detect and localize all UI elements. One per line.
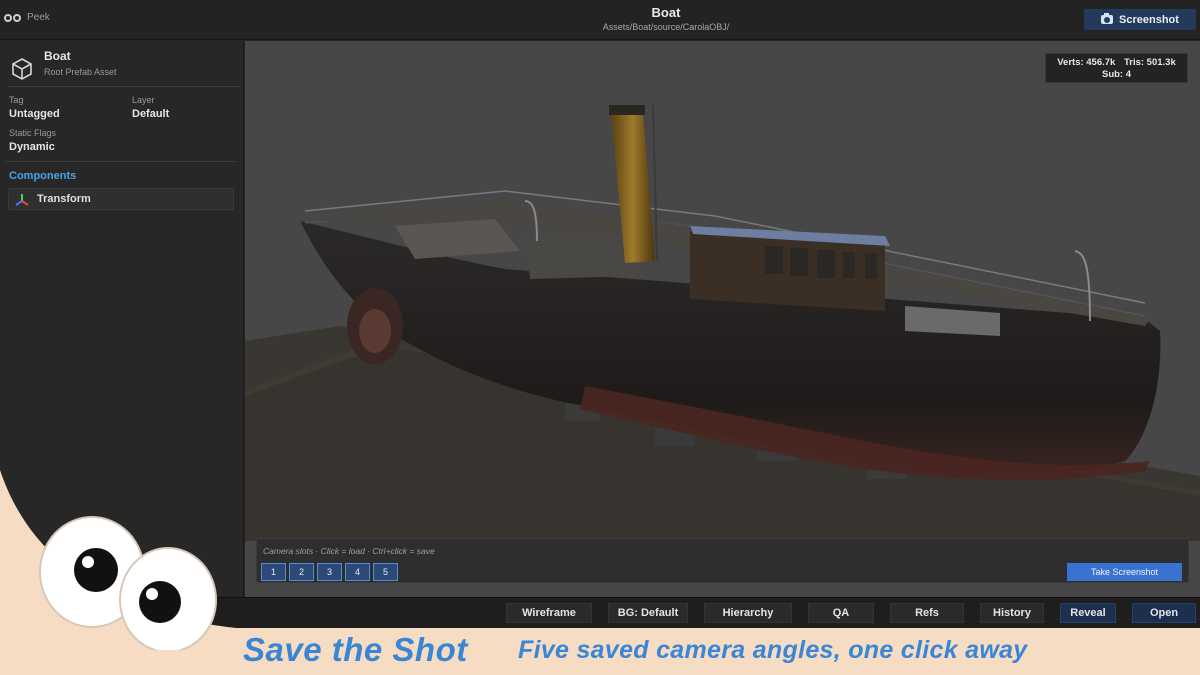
tag-label: Tag xyxy=(9,95,24,105)
layer-label: Layer xyxy=(132,95,155,105)
reveal-button[interactable]: Reveal xyxy=(1060,603,1116,623)
asset-name: Boat xyxy=(44,49,71,63)
tag-value[interactable]: Untagged xyxy=(9,108,60,120)
wireframe-button[interactable]: Wireframe xyxy=(506,603,592,623)
googly-eyes-mascot-icon xyxy=(39,516,217,650)
banner-subtitle: Five saved camera angles, one click away xyxy=(518,636,1028,664)
asset-header: Boat Root Prefab Asset xyxy=(8,47,240,87)
verts-count: Verts: 456.7k xyxy=(1057,57,1116,68)
mesh-stats: Verts: 456.7k Tris: 501.3k Sub: 4 xyxy=(1045,53,1188,83)
hierarchy-button[interactable]: Hierarchy xyxy=(704,603,792,623)
screenshot-button-label: Screenshot xyxy=(1119,13,1179,26)
scene-viewport[interactable]: Verts: 456.7k Tris: 501.3k Sub: 4 Camera… xyxy=(245,41,1200,597)
camera-slot-3[interactable]: 3 xyxy=(317,563,342,581)
window-title: Boat xyxy=(651,5,681,20)
camera-slot-1[interactable]: 1 xyxy=(261,563,286,581)
component-label: Transform xyxy=(37,193,91,205)
asset-type: Root Prefab Asset xyxy=(44,67,117,77)
camera-icon xyxy=(1101,13,1114,24)
tris-count: Tris: 501.3k xyxy=(1123,57,1176,68)
layer-value[interactable]: Default xyxy=(132,108,169,120)
submesh-count: Sub: 4 xyxy=(1101,69,1132,80)
component-transform[interactable]: Transform xyxy=(8,188,234,210)
camera-slot-4[interactable]: 4 xyxy=(345,563,370,581)
transform-axes-icon xyxy=(15,194,29,206)
divider xyxy=(5,161,237,162)
camera-slots-hint: Camera slots · Click = load · Ctrl+click… xyxy=(263,546,435,556)
camera-slots: 1 2 3 4 5 xyxy=(261,563,398,581)
open-button[interactable]: Open xyxy=(1132,603,1196,623)
background-button[interactable]: BG: Default xyxy=(608,603,688,623)
banner-title: Save the Shot xyxy=(243,631,468,668)
refs-button[interactable]: Refs xyxy=(890,603,964,623)
take-screenshot-button[interactable]: Take Screenshot xyxy=(1067,563,1182,581)
qa-button[interactable]: QA xyxy=(808,603,874,623)
camera-slot-2[interactable]: 2 xyxy=(289,563,314,581)
camera-slots-panel: Camera slots · Click = load · Ctrl+click… xyxy=(256,538,1189,583)
static-flags-value[interactable]: Dynamic xyxy=(9,141,55,153)
boat-model[interactable] xyxy=(245,41,1200,541)
screenshot-button[interactable]: Screenshot xyxy=(1084,9,1196,30)
static-flags-label: Static Flags xyxy=(9,128,57,138)
title-bar: Peek Boat Assets/Boat/source/CarolaOBJ/ … xyxy=(0,0,1200,40)
components-heading: Components xyxy=(9,170,77,182)
history-button[interactable]: History xyxy=(980,603,1044,623)
cube-icon xyxy=(12,58,32,80)
asset-path: Assets/Boat/source/CarolaOBJ/ xyxy=(602,22,730,32)
camera-slot-5[interactable]: 5 xyxy=(373,563,398,581)
